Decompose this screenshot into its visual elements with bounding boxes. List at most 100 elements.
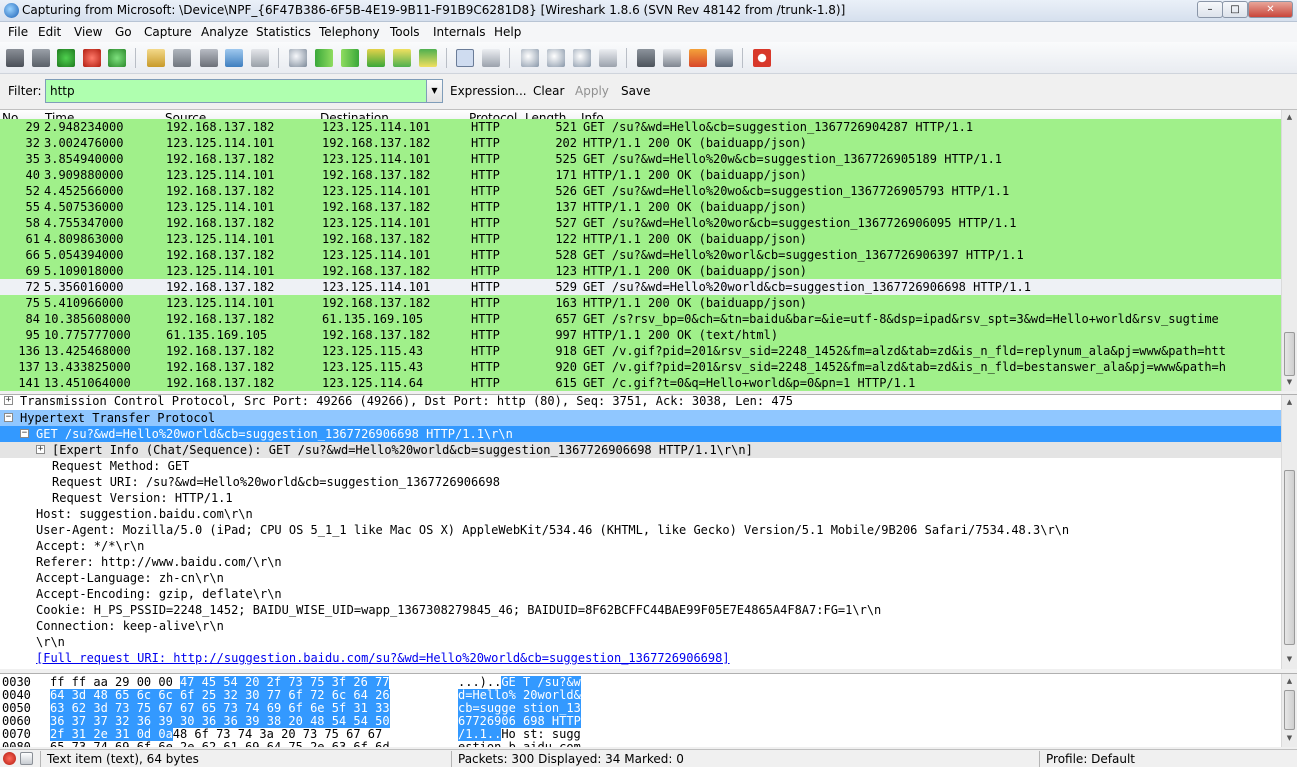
menu-edit[interactable]: Edit [38,25,61,39]
display-filter-input[interactable]: http [45,79,431,103]
help-icon[interactable] [753,49,771,67]
save-file-icon[interactable] [173,49,191,67]
preferences-icon[interactable] [715,49,733,67]
scroll-up-arrow-icon[interactable]: ▲ [1284,113,1295,124]
zoom-normal-icon[interactable] [573,49,591,67]
menu-analyze[interactable]: Analyze [201,25,248,39]
tree-item-header[interactable]: Cookie: H_PS_PSSID=2248_1452; BAIDU_WISE… [0,602,1281,618]
tree-item-full-uri[interactable]: [Full request URI: http://suggestion.bai… [0,650,1281,666]
restart-capture-icon[interactable] [108,49,126,67]
packet-row[interactable]: 61 4.809863000 123.125.114.101 192.168.137.… [0,231,1281,247]
capture-comment-icon[interactable] [20,752,33,765]
auto-scroll-icon[interactable] [482,49,500,67]
expand-icon[interactable]: + [4,396,13,405]
tree-item-expert-info[interactable]: + [Expert Info (Chat/Sequence): GET /su?… [0,442,1281,458]
bytes-scrollbar[interactable]: ▲ ▼ [1281,674,1297,747]
maximize-button[interactable]: □ [1222,1,1248,18]
stop-capture-icon[interactable] [83,49,101,67]
tree-item-request-uri[interactable]: Request URI: /su?&wd=Hello%20world&cb=su… [0,474,1281,490]
interfaces-icon[interactable] [6,49,24,67]
menu-capture[interactable]: Capture [144,25,192,39]
print-icon[interactable] [251,49,269,67]
tree-item-header[interactable]: Accept-Encoding: gzip, deflate\r\n [0,586,1281,602]
scroll-up-arrow-icon[interactable]: ▲ [1284,398,1295,409]
tree-item-header[interactable]: User-Agent: Mozilla/5.0 (iPad; CPU OS 5_… [0,522,1281,538]
close-file-icon[interactable] [200,49,218,67]
packet-row[interactable]: 137 13.433825000 192.168.137.182 123.125.11… [0,359,1281,375]
go-last-icon[interactable] [419,49,437,67]
status-profile[interactable]: Profile: Default [1046,752,1135,766]
find-packet-icon[interactable] [289,49,307,67]
go-first-icon[interactable] [393,49,411,67]
filter-dropdown-button[interactable]: ▼ [426,79,443,103]
tree-item-header[interactable]: Host: suggestion.baidu.com\r\n [0,506,1281,522]
tree-item-request-method[interactable]: Request Method: GET [0,458,1281,474]
scroll-down-arrow-icon[interactable]: ▼ [1284,734,1295,745]
scrollbar-thumb[interactable] [1284,470,1295,645]
zoom-in-icon[interactable] [521,49,539,67]
go-back-icon[interactable] [315,49,333,67]
go-forward-icon[interactable] [341,49,359,67]
packet-row[interactable]: 58 4.755347000 192.168.137.182 123.125.114.… [0,215,1281,231]
tree-item-header[interactable]: Referer: http://www.baidu.com/\r\n [0,554,1281,570]
menu-internals[interactable]: Internals [433,25,486,39]
packet-row[interactable]: 141 13.451064000 192.168.137.182 123.125.11… [0,375,1281,391]
packet-row[interactable]: 35 3.854940000 192.168.137.182 123.125.114.… [0,151,1281,167]
tree-item-header[interactable]: \r\n [0,634,1281,650]
start-capture-icon[interactable] [57,49,75,67]
packet-list-scrollbar[interactable]: ▲ ▼ [1281,110,1297,391]
menu-telephony[interactable]: Telephony [319,25,380,39]
save-button[interactable]: Save [621,84,650,98]
scroll-up-arrow-icon[interactable]: ▲ [1284,677,1295,688]
colorize-icon[interactable] [456,49,474,67]
menu-go[interactable]: Go [115,25,132,39]
resize-columns-icon[interactable] [599,49,617,67]
packet-row[interactable]: 29 2.948234000 192.168.137.182 123.125.114.… [0,119,1281,135]
expert-info-icon[interactable] [3,752,16,765]
menu-view[interactable]: View [74,25,102,39]
tree-item-request-version[interactable]: Request Version: HTTP/1.1 [0,490,1281,506]
tree-item-tcp[interactable]: + Transmission Control Protocol, Src Por… [0,395,1281,409]
packet-row[interactable]: 40 3.909880000 123.125.114.101 192.168.137.… [0,167,1281,183]
menu-file[interactable]: File [8,25,28,39]
byte-ascii[interactable]: estion.b aidu.com [458,741,581,748]
packet-row[interactable]: 32 3.002476000 123.125.114.101 192.168.137.… [0,135,1281,151]
go-to-packet-icon[interactable] [367,49,385,67]
tree-item-http[interactable]: − Hypertext Transfer Protocol [0,410,1281,426]
packet-row[interactable]: 84 10.385608000 192.168.137.182 61.135.169.… [0,311,1281,327]
apply-button[interactable]: Apply [575,84,609,98]
reload-icon[interactable] [225,49,243,67]
packet-row[interactable]: 95 10.775777000 61.135.169.105 192.168.137.… [0,327,1281,343]
open-file-icon[interactable] [147,49,165,67]
menu-tools[interactable]: Tools [390,25,420,39]
expand-icon[interactable]: + [36,445,45,454]
packet-row[interactable]: 75 5.410966000 123.125.114.101 192.168.137.… [0,295,1281,311]
packet-row[interactable]: 52 4.452566000 192.168.137.182 123.125.114.… [0,183,1281,199]
collapse-icon[interactable]: − [4,413,13,422]
close-window-button[interactable]: ✕ [1248,1,1293,18]
packet-row[interactable]: 55 4.507536000 123.125.114.101 192.168.137.… [0,199,1281,215]
packet-row[interactable]: 69 5.109018000 123.125.114.101 192.168.137.… [0,263,1281,279]
byte-hex[interactable]: 65 73 74 69 6f 6e 2e 62 61 69 64 75 2e 6… [50,741,390,748]
tree-item-get-request[interactable]: − GET /su?&wd=Hello%20world&cb=suggestio… [0,426,1281,442]
packet-row-selected[interactable]: 72 5.356016000 192.168.137.182 123.125.114.… [0,279,1281,295]
zoom-out-icon[interactable] [547,49,565,67]
minimize-button[interactable]: – [1197,1,1223,18]
coloring-rules-icon[interactable] [689,49,707,67]
packet-row[interactable]: 66 5.054394000 192.168.137.182 123.125.114.… [0,247,1281,263]
capture-options-icon[interactable] [32,49,50,67]
full-request-uri-link[interactable]: [Full request URI: http://suggestion.bai… [36,651,730,665]
tree-item-header[interactable]: Accept-Language: zh-cn\r\n [0,570,1281,586]
byte-offset[interactable]: 0080 [2,741,31,748]
scrollbar-thumb[interactable] [1284,690,1295,730]
details-scrollbar[interactable]: ▲ ▼ [1281,395,1297,669]
expression-button[interactable]: Expression... [450,84,527,98]
menu-statistics[interactable]: Statistics [256,25,311,39]
clear-button[interactable]: Clear [533,84,564,98]
collapse-icon[interactable]: − [20,429,29,438]
packet-row[interactable]: 136 13.425468000 192.168.137.182 123.125.11… [0,343,1281,359]
menu-help[interactable]: Help [494,25,521,39]
scroll-down-arrow-icon[interactable]: ▼ [1284,378,1295,389]
scroll-down-arrow-icon[interactable]: ▼ [1284,655,1295,666]
scrollbar-thumb[interactable] [1284,332,1295,376]
